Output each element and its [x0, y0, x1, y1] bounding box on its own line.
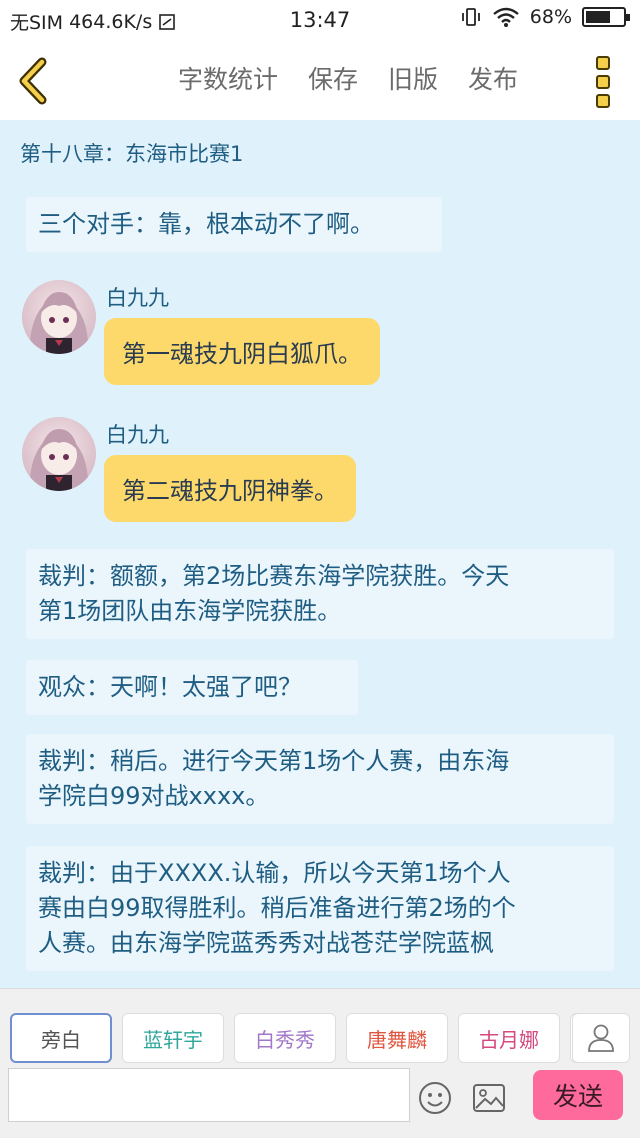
message-text-line: 裁判：由于XXXX.认输，所以今天第1场个人 — [38, 859, 511, 887]
role-chip[interactable]: 蓝轩宇 — [122, 1013, 224, 1063]
role-label: 唐舞麟 — [367, 1027, 427, 1052]
insert-image-button[interactable] — [472, 1083, 506, 1113]
save-button[interactable]: 保存 — [308, 60, 358, 96]
status-bar: 无SIM 464.6K/s 13:47 68% — [0, 0, 640, 42]
battery-fill — [586, 11, 611, 23]
message-text: 三个对手：靠，根本动不了啊。 — [38, 210, 374, 238]
vibrate-icon — [461, 8, 480, 26]
message-text-line: 裁判：额额，第2场比赛东海学院获胜。今天 — [38, 562, 510, 590]
battery-percent: 68% — [529, 6, 572, 28]
send-button[interactable]: 发送 — [533, 1070, 623, 1120]
status-right: 68% — [460, 6, 630, 28]
role-selector: 旁白 蓝轩宇 白秀秀 唐舞麟 古月娜 — [10, 1013, 618, 1063]
role-label: 蓝轩宇 — [143, 1027, 203, 1052]
character-avatar[interactable] — [22, 280, 96, 354]
image-icon — [473, 1084, 505, 1112]
message-text-line: 第1场团队由东海学院获胜。 — [38, 597, 342, 625]
menu-dot-icon — [596, 94, 610, 108]
speech-bubble[interactable]: 第一魂技九阴白狐爪。 — [104, 318, 380, 385]
narration-message[interactable]: 观众：天啊！太强了吧？ — [26, 660, 358, 715]
toolbar-actions: 字数统计 保存 旧版 发布 — [178, 60, 518, 96]
word-count-button[interactable]: 字数统计 — [178, 60, 278, 96]
old-version-button[interactable]: 旧版 — [388, 60, 438, 96]
message-text-line: 赛由白99取得胜利。稍后准备进行第2场的个 — [38, 894, 516, 922]
menu-dot-icon — [596, 56, 610, 70]
battery-icon — [582, 7, 630, 27]
publish-button[interactable]: 发布 — [468, 60, 518, 96]
character-name: 白九九 — [106, 286, 169, 310]
role-chip[interactable]: 唐舞麟 — [346, 1013, 448, 1063]
role-chip[interactable]: 白秀秀 — [234, 1013, 336, 1063]
more-menu-button[interactable] — [590, 56, 616, 108]
message-text-line: 学院白99对战xxxx。 — [38, 782, 270, 810]
back-button[interactable] — [10, 54, 60, 108]
composer-panel: 旁白 蓝轩宇 白秀秀 唐舞麟 古月娜 发送 — [0, 988, 640, 1138]
narration-message[interactable]: 裁判：由于XXXX.认输，所以今天第1场个人 赛由白99取得胜利。稍后准备进行第… — [26, 846, 614, 971]
smiley-icon — [419, 1082, 451, 1114]
message-text-line: 人赛。由东海学院蓝秀秀对战苍茫学院蓝枫 — [38, 929, 494, 957]
narration-message[interactable]: 三个对手：靠，根本动不了啊。 — [26, 197, 442, 252]
chevron-left-icon — [19, 57, 47, 105]
wifi-icon — [492, 7, 519, 27]
message-text-line: 裁判：稍后。进行今天第1场个人赛，由东海 — [38, 747, 510, 775]
character-avatar[interactable] — [22, 417, 96, 491]
role-chip-narrator[interactable]: 旁白 — [10, 1013, 112, 1063]
speech-bubble[interactable]: 第二魂技九阴神拳。 — [104, 455, 356, 522]
emoji-button[interactable] — [418, 1081, 452, 1115]
message-text: 第二魂技九阴神拳。 — [122, 477, 338, 505]
role-label: 白秀秀 — [255, 1027, 315, 1052]
message-text: 第一魂技九阴白狐爪。 — [122, 340, 362, 368]
message-input[interactable] — [8, 1068, 410, 1122]
narration-message[interactable]: 裁判：额额，第2场比赛东海学院获胜。今天 第1场团队由东海学院获胜。 — [26, 549, 614, 639]
anime-girl-avatar-icon — [29, 292, 89, 354]
add-character-button[interactable] — [572, 1013, 630, 1063]
narration-message[interactable]: 裁判：稍后。进行今天第1场个人赛，由东海 学院白99对战xxxx。 — [26, 734, 614, 824]
character-name: 白九九 — [106, 423, 169, 447]
menu-dot-icon — [596, 75, 610, 89]
role-label: 古月娜 — [479, 1027, 539, 1052]
chapter-title[interactable]: 第十八章：东海市比赛1 — [20, 138, 243, 168]
user-icon — [588, 1024, 614, 1052]
role-chip[interactable]: 古月娜 — [458, 1013, 560, 1063]
message-text: 观众：天啊！太强了吧？ — [38, 673, 302, 701]
role-label: 旁白 — [41, 1027, 81, 1052]
editor-toolbar: 字数统计 保存 旧版 发布 — [0, 42, 640, 120]
anime-girl-avatar-icon — [29, 429, 89, 491]
